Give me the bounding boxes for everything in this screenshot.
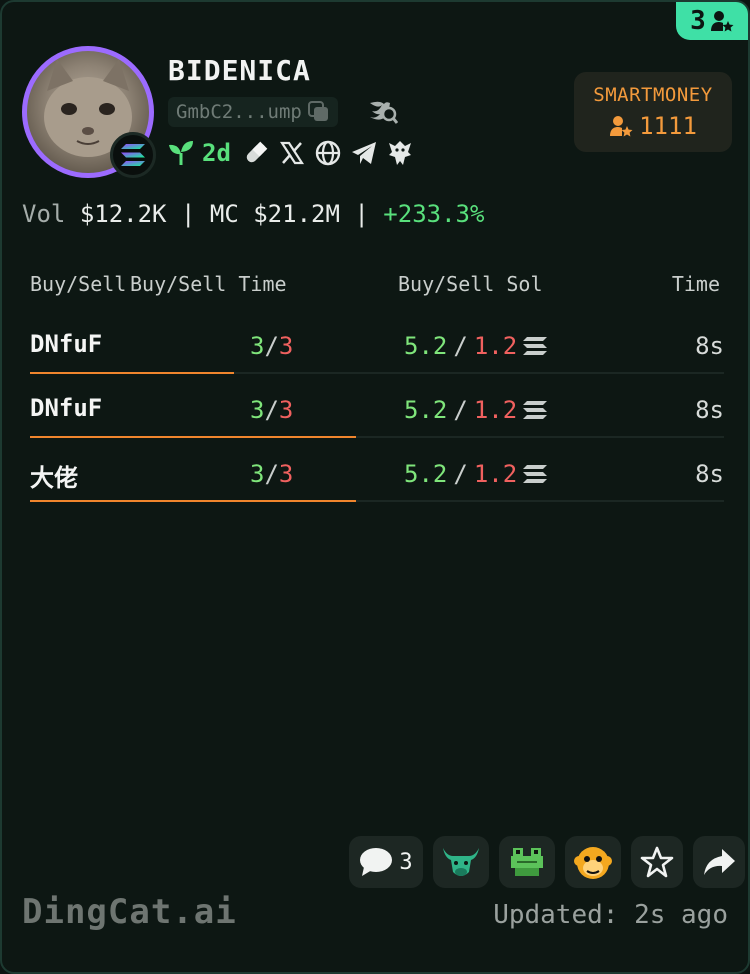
copy-icon[interactable] bbox=[307, 101, 330, 123]
bull-icon bbox=[443, 848, 479, 876]
maker-underline bbox=[30, 500, 356, 502]
frog-icon bbox=[511, 848, 543, 876]
mc-value: $21.2M bbox=[253, 200, 340, 228]
telegram-icon[interactable] bbox=[349, 138, 379, 168]
buy-sell-sol: 5.2/1.2 bbox=[404, 332, 548, 360]
solana-icon bbox=[110, 132, 156, 178]
frog-button[interactable] bbox=[499, 836, 555, 888]
column-header-buy-sell-sol: Buy/Sell Sol bbox=[398, 272, 543, 296]
monkey-button[interactable] bbox=[565, 836, 621, 888]
token-avatar[interactable] bbox=[22, 46, 156, 178]
share-icon bbox=[704, 849, 735, 875]
vol-value: $12.2K bbox=[79, 200, 167, 228]
maker-underline bbox=[30, 436, 356, 438]
maker-underline bbox=[30, 372, 234, 374]
address-text: GmbC2...ump bbox=[176, 101, 302, 123]
table-row[interactable]: DNfuF 3/3 5.2/1.2 8s bbox=[30, 320, 724, 374]
solana-lines-icon bbox=[523, 401, 548, 419]
user-star-icon bbox=[610, 116, 633, 137]
sprout-icon bbox=[166, 138, 196, 168]
trade-time: 8s bbox=[695, 460, 724, 488]
buy-sell-count: 3/3 bbox=[250, 332, 294, 360]
star-icon bbox=[640, 846, 674, 878]
x-logo-icon[interactable] bbox=[277, 138, 307, 168]
favorite-button[interactable] bbox=[631, 836, 683, 888]
corner-badge-count: 3 bbox=[690, 6, 706, 36]
smartmoney-box[interactable]: SMARTMONEY 1111 bbox=[574, 72, 732, 152]
token-meta-row: 2d bbox=[166, 138, 415, 168]
maker-name[interactable]: 大佬 bbox=[30, 458, 78, 493]
monkey-icon bbox=[574, 847, 612, 879]
solana-lines-icon bbox=[523, 337, 548, 355]
maker-name[interactable]: DNfuF bbox=[30, 330, 102, 358]
buy-sell-sol: 5.2/1.2 bbox=[404, 396, 548, 424]
buy-sell-count: 3/3 bbox=[250, 460, 294, 488]
stats-separator: | bbox=[354, 200, 369, 228]
share-button[interactable] bbox=[693, 836, 745, 888]
smartmoney-count: 1111 bbox=[639, 112, 697, 140]
smartmoney-label: SMARTMONEY bbox=[593, 84, 713, 106]
chat-icon bbox=[360, 848, 393, 876]
column-header-time: Time bbox=[671, 272, 720, 296]
bull-button[interactable] bbox=[433, 836, 489, 888]
globe-icon[interactable] bbox=[313, 138, 343, 168]
token-stats: Vol $12.2K | MC $21.2M | +233.3% bbox=[22, 200, 484, 228]
buy-sell-sol: 5.2/1.2 bbox=[404, 460, 548, 488]
action-bar: 3 bbox=[349, 836, 745, 888]
token-address[interactable]: GmbC2...ump bbox=[168, 97, 338, 127]
comments-button[interactable]: 3 bbox=[349, 836, 423, 888]
trade-time: 8s bbox=[695, 332, 724, 360]
token-name: BIDENICA bbox=[168, 54, 311, 87]
user-star-icon bbox=[710, 11, 734, 32]
column-header-buy-sell-time: Buy/Sell Time bbox=[130, 272, 287, 296]
smart-wallet-count-badge: 3 bbox=[676, 2, 748, 40]
table-row[interactable]: DNfuF 3/3 5.2/1.2 8s bbox=[30, 384, 724, 438]
price-change: +233.3% bbox=[383, 200, 485, 228]
smartmoney-count-row: 1111 bbox=[574, 112, 732, 140]
mc-label: MC bbox=[209, 200, 239, 228]
token-age: 2d bbox=[202, 139, 231, 167]
column-header-buy-sell: Buy/Sell bbox=[30, 272, 127, 296]
pill-icon[interactable] bbox=[241, 138, 271, 168]
buy-sell-count: 3/3 bbox=[250, 396, 294, 424]
token-card: 3 BIDENICA GmbC2...ump 2d SMARTMONEY 111… bbox=[0, 0, 750, 974]
search-x-icon[interactable] bbox=[368, 97, 399, 129]
comments-count: 3 bbox=[399, 849, 413, 875]
eagle-icon[interactable] bbox=[385, 138, 415, 168]
brand-name: DingCat.ai bbox=[22, 892, 237, 932]
table-row[interactable]: 大佬 3/3 5.2/1.2 8s bbox=[30, 448, 724, 502]
vol-label: Vol bbox=[22, 200, 66, 228]
solana-lines-icon bbox=[523, 465, 548, 483]
stats-separator: | bbox=[180, 200, 196, 228]
maker-name[interactable]: DNfuF bbox=[30, 394, 102, 422]
trade-time: 8s bbox=[695, 396, 724, 424]
updated-time: Updated: 2s ago bbox=[493, 900, 728, 930]
